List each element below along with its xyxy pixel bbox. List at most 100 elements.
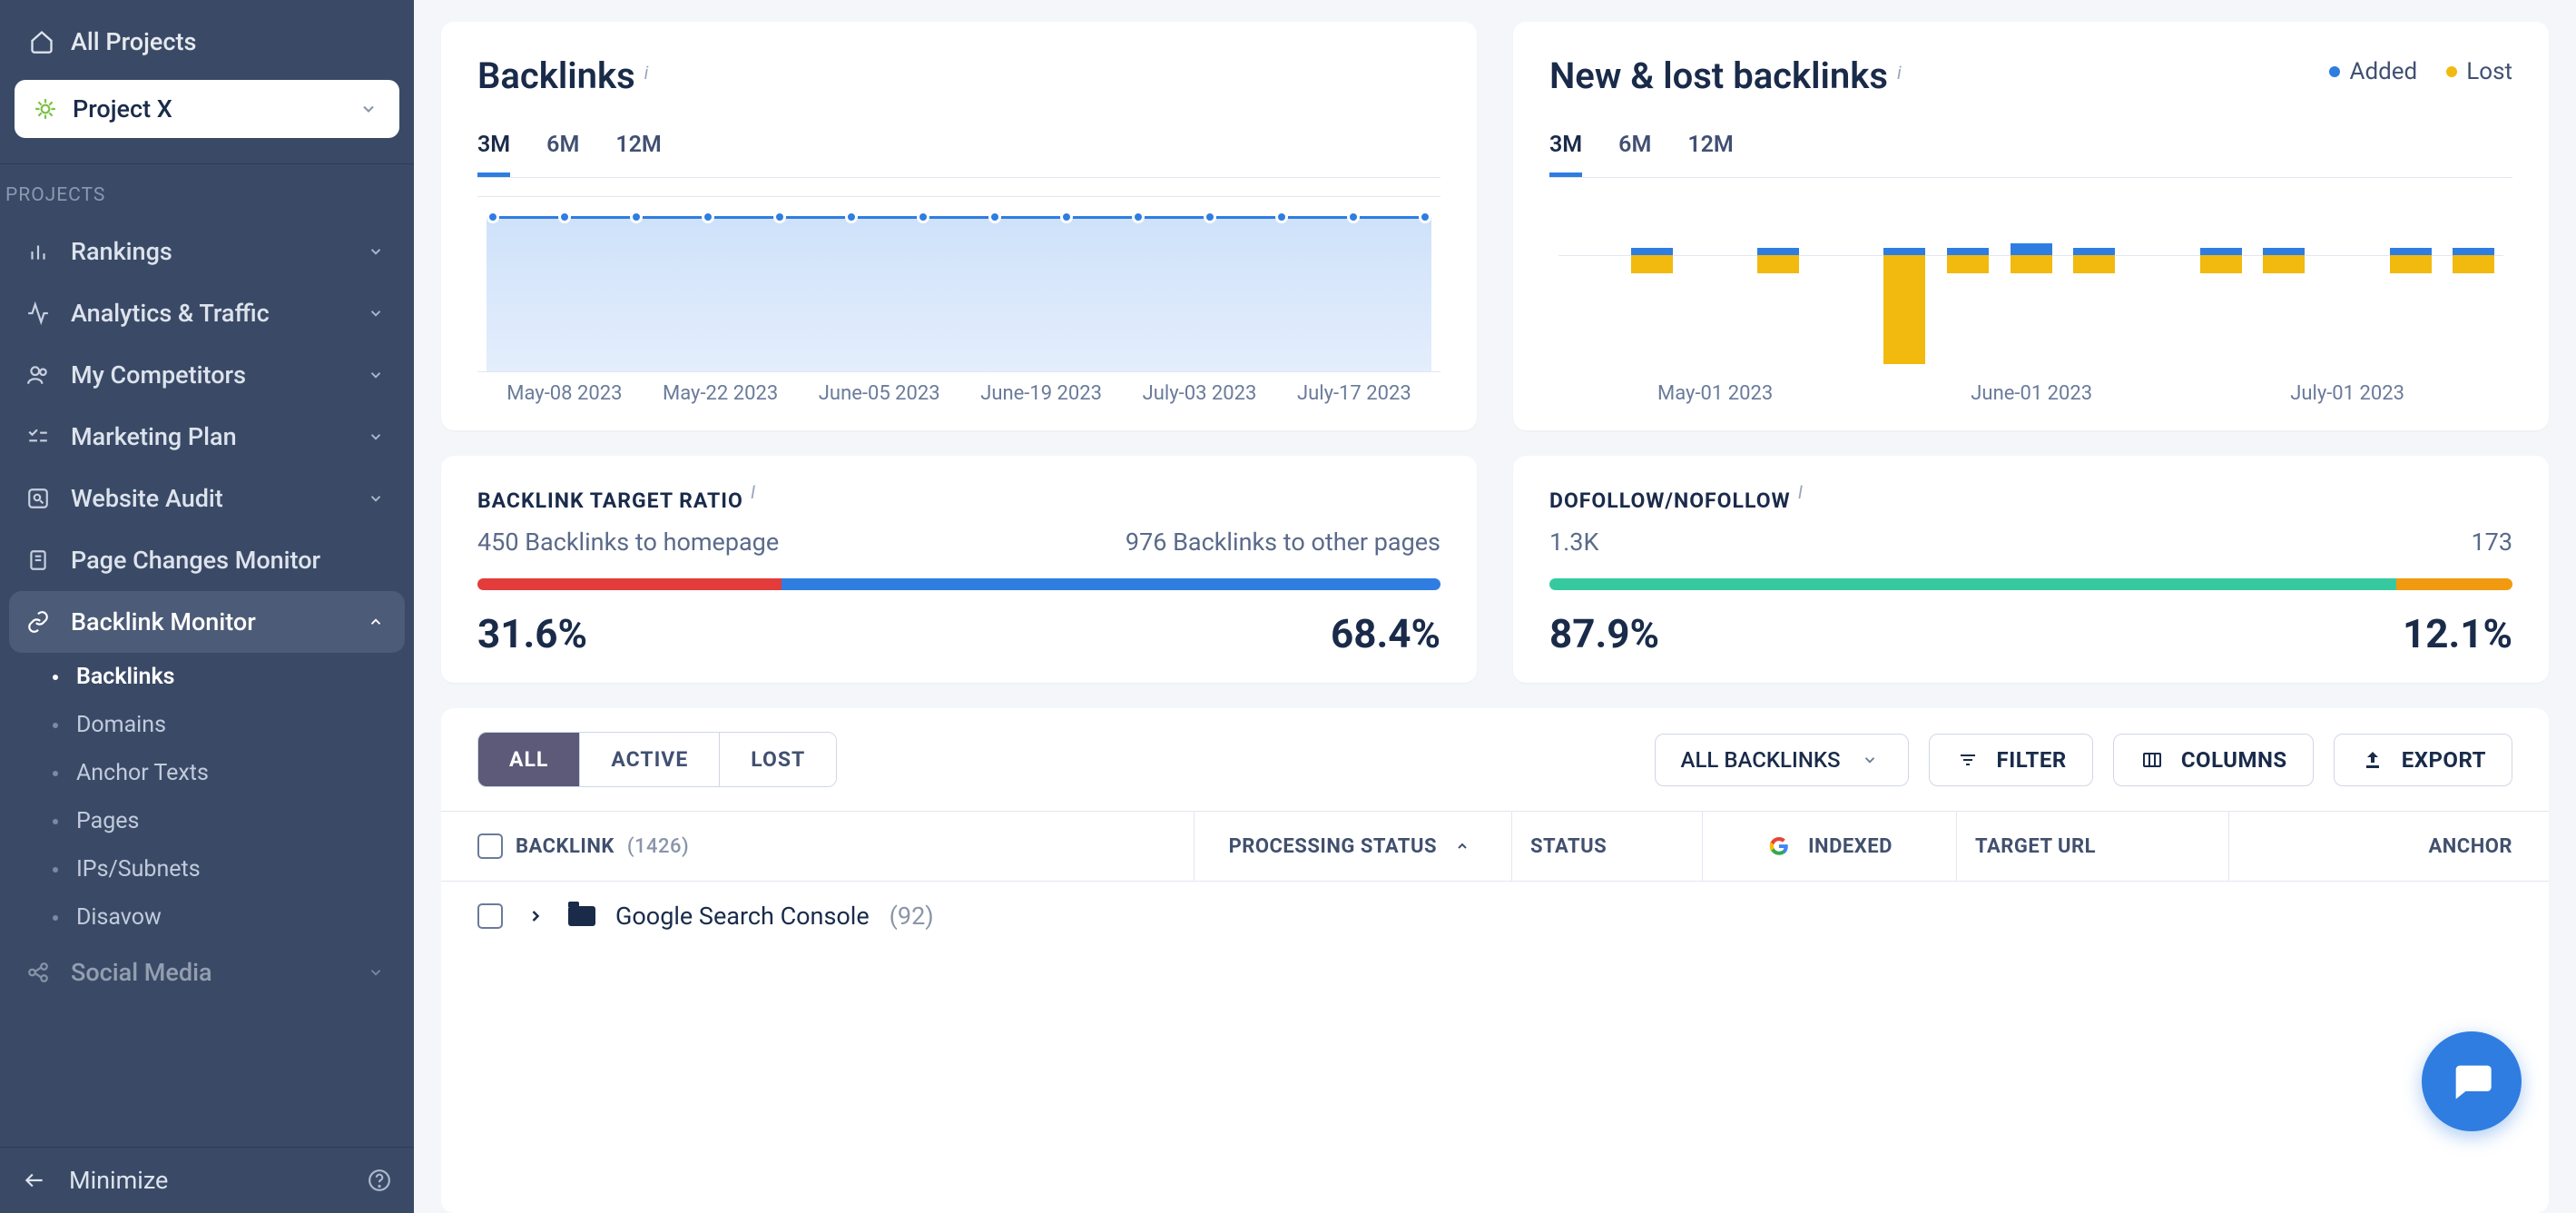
- subnav-label: Disavow: [76, 904, 162, 931]
- columns-button[interactable]: COLUMNS: [2113, 734, 2314, 786]
- dot-icon: [53, 675, 58, 680]
- subnav-backlinks[interactable]: Backlinks: [24, 653, 405, 701]
- chevron-down-icon: [363, 424, 388, 449]
- card-title: Backlinks: [477, 54, 635, 97]
- x-axis-labels: May-01 2023 June-01 2023 July-01 2023: [1558, 382, 2503, 405]
- nav-label: Rankings: [71, 237, 172, 266]
- sidebar: All Projects Project X PROJECTS Rankings…: [0, 0, 414, 1213]
- chevron-up-icon: [363, 609, 388, 635]
- ratio-left-label: 450 Backlinks to homepage: [477, 528, 779, 557]
- chevron-right-icon[interactable]: [523, 903, 548, 929]
- range-tab-6m[interactable]: 6M: [1618, 132, 1651, 177]
- filter-button[interactable]: FILTER: [1929, 734, 2093, 786]
- subnav-anchor-texts[interactable]: Anchor Texts: [24, 749, 405, 797]
- col-status[interactable]: STATUS: [1530, 835, 1607, 858]
- project-icon: [33, 96, 58, 122]
- x-axis-labels: May-08 2023 May-22 2023 June-05 2023 Jun…: [487, 382, 1431, 405]
- select-label: ALL BACKLINKS: [1681, 747, 1841, 773]
- dofollow-card: DOFOLLOW/NOFOLLOW i 1.3K 173 87.9% 12.1%: [1513, 456, 2549, 683]
- backlinks-select[interactable]: ALL BACKLINKS: [1655, 734, 1909, 786]
- col-anchor[interactable]: ANCHOR: [2429, 835, 2513, 858]
- nav-label: Backlink Monitor: [71, 607, 256, 636]
- table-row[interactable]: Google Search Console (92): [441, 882, 2549, 951]
- info-icon[interactable]: i: [644, 62, 649, 84]
- chevron-down-icon: [363, 239, 388, 264]
- dot-icon: [53, 723, 58, 728]
- minimize-label: Minimize: [69, 1166, 168, 1195]
- nav-social-media[interactable]: Social Media: [9, 942, 405, 1003]
- subnav-ips-subnets[interactable]: IPs/Subnets: [24, 845, 405, 893]
- card-title: New & lost backlinks: [1549, 54, 1888, 97]
- ratio-left-pct: 87.9%: [1549, 610, 1659, 657]
- dot-icon: [53, 915, 58, 921]
- export-button[interactable]: EXPORT: [2334, 734, 2512, 786]
- select-all-checkbox[interactable]: [477, 833, 503, 859]
- nav-analytics[interactable]: Analytics & Traffic: [9, 282, 405, 344]
- col-backlink-count: (1426): [627, 835, 689, 858]
- chart-legend: Added Lost: [2329, 58, 2512, 85]
- new-lost-chart-card: New & lost backlinks i Added Lost 3M 6M …: [1513, 22, 2549, 430]
- nav-page-changes[interactable]: Page Changes Monitor: [9, 529, 405, 591]
- chevron-up-icon[interactable]: [1450, 833, 1475, 859]
- status-segment: ALL ACTIVE LOST: [477, 732, 837, 787]
- info-icon[interactable]: i: [1798, 481, 1804, 503]
- all-projects-link[interactable]: All Projects: [15, 16, 399, 67]
- section-label: PROJECTS: [0, 173, 414, 221]
- subnav-domains[interactable]: Domains: [24, 701, 405, 749]
- nav-label: Marketing Plan: [71, 422, 237, 451]
- col-backlink[interactable]: BACKLINK: [516, 835, 615, 858]
- nav-backlink-monitor[interactable]: Backlink Monitor: [9, 591, 405, 653]
- range-tab-3m[interactable]: 3M: [477, 132, 510, 177]
- col-target[interactable]: TARGET URL: [1975, 835, 2096, 858]
- info-icon[interactable]: i: [751, 481, 756, 503]
- help-icon[interactable]: [367, 1168, 392, 1193]
- segment-lost[interactable]: LOST: [720, 733, 836, 786]
- nav-rankings[interactable]: Rankings: [9, 221, 405, 282]
- subnav-disavow[interactable]: Disavow: [24, 893, 405, 942]
- divider: [0, 163, 414, 164]
- arrow-left-icon: [22, 1168, 47, 1193]
- info-icon[interactable]: i: [1897, 62, 1902, 84]
- segment-active[interactable]: ACTIVE: [580, 733, 720, 786]
- nav-label: Analytics & Traffic: [71, 299, 270, 328]
- nav-competitors[interactable]: My Competitors: [9, 344, 405, 406]
- subnav-label: Backlinks: [76, 664, 175, 690]
- segment-all[interactable]: ALL: [478, 733, 580, 786]
- subnav-label: Pages: [76, 808, 139, 834]
- table-header: BACKLINK (1426) PROCESSING STATUS STATUS…: [441, 811, 2549, 882]
- range-tab-3m[interactable]: 3M: [1549, 132, 1582, 177]
- backlinks-line-chart: May-08 2023 May-22 2023 June-05 2023 Jun…: [477, 196, 1440, 405]
- ratio-left-pct: 31.6%: [477, 610, 587, 657]
- search-square-icon: [25, 486, 51, 511]
- nav-website-audit[interactable]: Website Audit: [9, 468, 405, 529]
- range-tab-12m[interactable]: 12M: [1687, 132, 1733, 177]
- minimize-button[interactable]: Minimize: [0, 1147, 414, 1213]
- row-checkbox[interactable]: [477, 903, 503, 929]
- card-title: DOFOLLOW/NOFOLLOW: [1549, 488, 1791, 513]
- chevron-down-icon: [363, 960, 388, 985]
- chevron-down-icon: [363, 486, 388, 511]
- ratio-right-label: 976 Backlinks to other pages: [1126, 528, 1440, 557]
- upload-icon: [2360, 747, 2385, 773]
- nav-marketing-plan[interactable]: Marketing Plan: [9, 406, 405, 468]
- users-icon: [25, 362, 51, 388]
- chevron-down-icon: [1857, 747, 1883, 773]
- col-indexed[interactable]: INDEXED: [1808, 835, 1893, 858]
- dot-icon: [53, 819, 58, 824]
- range-tab-12m[interactable]: 12M: [615, 132, 661, 177]
- dot-icon: [53, 867, 58, 873]
- col-processing[interactable]: PROCESSING STATUS: [1229, 835, 1437, 858]
- filter-label: FILTER: [1997, 747, 2067, 773]
- chat-icon: [2448, 1058, 2495, 1105]
- columns-label: COLUMNS: [2181, 747, 2287, 773]
- target-ratio-card: BACKLINK TARGET RATIO i 450 Backlinks to…: [441, 456, 1477, 683]
- page-icon: [25, 547, 51, 573]
- subnav-pages[interactable]: Pages: [24, 797, 405, 845]
- chat-fab[interactable]: [2422, 1031, 2522, 1131]
- project-selector[interactable]: Project X: [15, 80, 399, 138]
- nav-label: Page Changes Monitor: [71, 546, 320, 575]
- google-icon: [1766, 833, 1792, 859]
- columns-icon: [2139, 747, 2165, 773]
- range-tab-6m[interactable]: 6M: [546, 132, 579, 177]
- nav-label: Social Media: [71, 958, 212, 987]
